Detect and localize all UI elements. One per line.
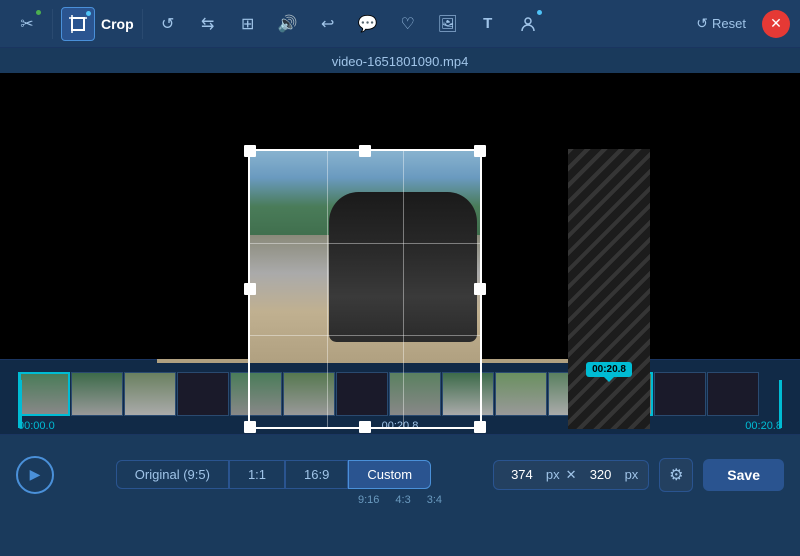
text-icon[interactable]: T — [471, 7, 505, 41]
time-start: 00:00.0 — [18, 420, 55, 432]
flip-icon[interactable]: ⇆ — [191, 7, 225, 41]
close-button[interactable]: ✕ — [762, 10, 790, 38]
timeline-thumb-5 — [283, 372, 335, 416]
tooltip-time: 00:20.8 — [586, 362, 632, 377]
size-unit-px1: px — [546, 467, 560, 482]
video-area — [0, 73, 800, 359]
timeline-end-marker — [779, 380, 782, 428]
timeline-thumb-2 — [124, 372, 176, 416]
play-button[interactable]: ▶ — [16, 456, 54, 494]
reset-icon: ↺ — [696, 15, 708, 32]
left-pillar — [157, 73, 249, 359]
timeline-thumb-12 — [654, 372, 706, 416]
ratio-16-9-button[interactable]: 16:9 — [285, 460, 348, 489]
undo-icon[interactable]: ↺ — [151, 7, 185, 41]
ratio-sub-options: 9:16 4:3 3:4 — [358, 494, 442, 506]
gear-button[interactable]: ⚙ — [659, 458, 693, 492]
time-end: 00:20.8 — [745, 420, 782, 432]
timeline-thumb-3 — [177, 372, 229, 416]
timeline-thumb-1 — [71, 372, 123, 416]
volume-icon[interactable]: 🔊 — [271, 7, 305, 41]
ratio-original-button[interactable]: Original (9:5) — [116, 460, 229, 489]
ratio-sub-1[interactable]: 4:3 — [395, 494, 410, 506]
time-mid: 00:20.8 — [382, 420, 419, 432]
speech-icon[interactable]: 💬 — [351, 7, 385, 41]
toolbar-right: ↺ Reset ✕ — [688, 10, 790, 38]
height-input[interactable] — [583, 467, 619, 482]
timeline-area: 00:20.8 00:00.0 00:20.8 00:20.8 — [0, 359, 800, 434]
image-icon[interactable]: 🖼 — [431, 7, 465, 41]
crop-label: Crop — [101, 16, 134, 32]
timeline-thumb-0 — [18, 372, 70, 416]
ratio-1-1-button[interactable]: 1:1 — [229, 460, 285, 489]
timeline-tooltip: 00:20.8 — [586, 362, 632, 382]
size-unit-px2: px — [625, 467, 639, 482]
tooltip-arrow — [604, 377, 614, 382]
reset-label: Reset — [712, 16, 746, 31]
person-icon[interactable] — [511, 7, 545, 41]
timeline-times: 00:00.0 00:20.8 00:20.8 — [0, 418, 800, 432]
timeline-strip[interactable] — [0, 370, 800, 418]
ratio-sub-0[interactable]: 9:16 — [358, 494, 379, 506]
reset-button[interactable]: ↺ Reset — [688, 11, 754, 36]
size-cross: ✕ — [566, 467, 577, 483]
toolbar-divider-1 — [52, 9, 53, 39]
layout-icon[interactable]: ⊞ — [231, 7, 265, 41]
ratio-options: Original (9:5) 1:1 16:9 Custom — [64, 460, 483, 489]
hatch-overlay — [568, 149, 650, 429]
filename-bar: video-1651801090.mp4 — [0, 48, 800, 73]
timeline-thumb-4 — [230, 372, 282, 416]
ratio-custom-button[interactable]: Custom — [348, 460, 431, 489]
bottom-bar: ▶ Original (9:5) 1:1 16:9 Custom 9:16 4:… — [0, 434, 800, 514]
scissors-icon[interactable]: ✂ — [10, 7, 44, 41]
video-left-black — [0, 73, 157, 359]
save-button[interactable]: Save — [703, 459, 784, 491]
width-input[interactable] — [504, 467, 540, 482]
filename-text: video-1651801090.mp4 — [332, 54, 469, 69]
timeline-thumb-7 — [389, 372, 441, 416]
size-input-area: px ✕ px — [493, 460, 649, 490]
timeline-thumb-8 — [442, 372, 494, 416]
crop-icon[interactable] — [61, 7, 95, 41]
heart-icon[interactable]: ♡ — [391, 7, 425, 41]
thumbs-row — [18, 372, 782, 416]
timeline-start-marker — [18, 380, 22, 428]
video-right-black — [650, 73, 800, 359]
ratio-sub-2[interactable]: 3:4 — [427, 494, 442, 506]
timeline-thumb-13 — [707, 372, 759, 416]
right-pillar — [482, 73, 568, 359]
toolbar: ✂ Crop ↺ ⇆ ⊞ 🔊 ↩ 💬 ♡ 🖼 T ↺ Reset ✕ — [0, 0, 800, 48]
timeline-thumb-6 — [336, 372, 388, 416]
person-silhouette — [329, 192, 477, 342]
toolbar-divider-2 — [142, 9, 143, 39]
timeline-thumb-9 — [495, 372, 547, 416]
rotate-icon[interactable]: ↩ — [311, 7, 345, 41]
